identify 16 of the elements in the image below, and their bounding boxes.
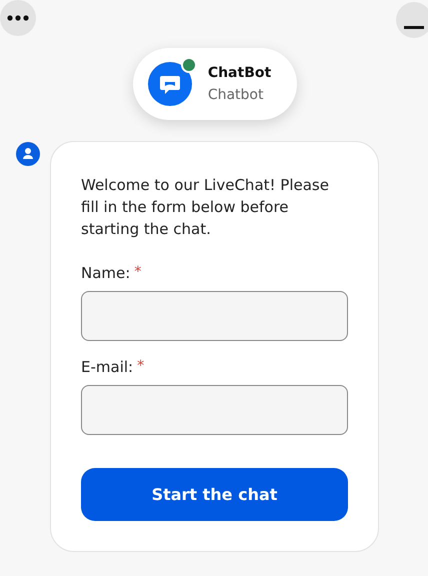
- field-label: E-mail:: [81, 358, 134, 376]
- minimize-button[interactable]: [396, 2, 428, 38]
- input-field[interactable]: [81, 385, 348, 435]
- welcome-message: Welcome to our LiveChat! Please fill in the form below before starting the chat.: [81, 175, 330, 240]
- agent-name: ChatBot: [208, 65, 272, 81]
- user-avatar-icon: [16, 142, 40, 166]
- chatbot-avatar-icon: [148, 62, 192, 106]
- agent-role: Chatbot: [208, 87, 264, 103]
- input-field[interactable]: [81, 291, 348, 341]
- minimize-icon: [404, 26, 424, 29]
- field-label: Name:: [81, 264, 130, 282]
- required-mark: *: [137, 358, 144, 374]
- more-button[interactable]: [0, 0, 36, 36]
- more-icon: [7, 15, 29, 21]
- start-chat-button[interactable]: Start the chat: [81, 468, 348, 521]
- required-mark: *: [134, 264, 142, 280]
